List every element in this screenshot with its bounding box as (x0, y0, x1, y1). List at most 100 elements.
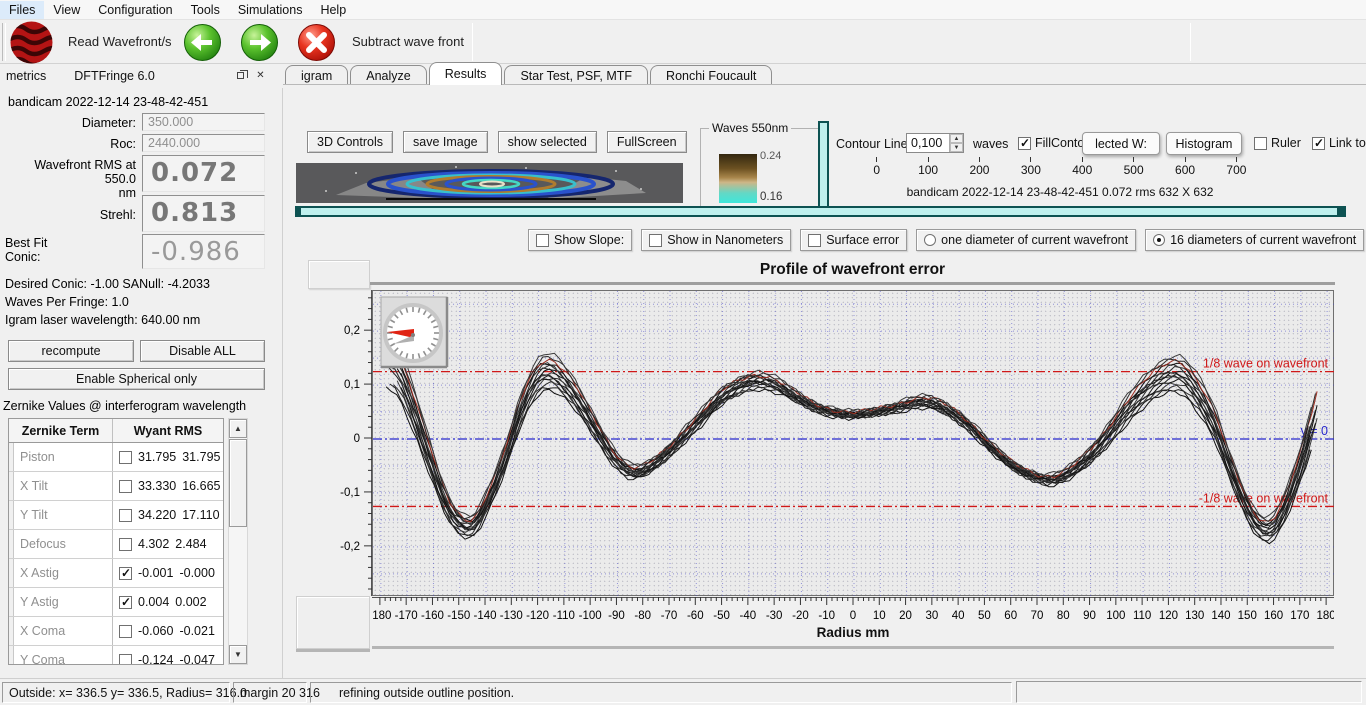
checkbox-icon[interactable] (649, 234, 662, 247)
zernike-table-header[interactable]: Zernike Term Wyant RMS (9, 419, 223, 443)
radio-icon[interactable] (1153, 234, 1165, 246)
fill-contour-checkbox[interactable]: FillContou (1018, 136, 1084, 150)
scroll-up-icon[interactable]: ▲ (229, 419, 247, 438)
svg-text:110: 110 (1133, 610, 1151, 622)
zernike-enable-checkbox[interactable] (119, 625, 132, 638)
menu-item[interactable]: View (44, 1, 89, 19)
menu-item[interactable]: Help (311, 1, 355, 19)
selected-wave-button[interactable]: lected W: (1082, 132, 1160, 155)
table-row[interactable]: Defocus 4.302 2.484 (9, 530, 223, 559)
menu-item[interactable]: Tools (182, 1, 229, 19)
back-arrow-button[interactable] (184, 24, 221, 61)
ruler-checkbox[interactable]: Ruler (1254, 136, 1301, 150)
ruler-tick: 0 (851, 157, 902, 177)
table-row[interactable]: Y Tilt 34.220 17.110 (9, 501, 223, 530)
tab[interactable]: Star Test, PSF, MTF (504, 65, 648, 85)
link-to-profile-checkbox[interactable]: Link to Pr (1312, 136, 1366, 150)
zernike-enable-checkbox[interactable] (119, 480, 132, 493)
recompute-button[interactable]: recompute (8, 340, 134, 362)
menu-item[interactable]: Configuration (89, 1, 181, 19)
results-button[interactable]: 3D Controls (307, 131, 393, 153)
zernike-enable-checkbox[interactable] (119, 538, 132, 551)
toolbar-drag-handle[interactable] (2, 23, 6, 61)
dock-title-metrics: metrics (6, 69, 46, 83)
table-row[interactable]: X Astig -0.001 -0.000 (9, 559, 223, 588)
scrollbar-thumb[interactable] (229, 439, 247, 527)
checkbox-icon[interactable] (808, 234, 821, 247)
contour-lines-spinbox[interactable]: 0,100 ▲▼ (906, 133, 964, 153)
results-button[interactable]: show selected (498, 131, 597, 153)
zernike-enable-checkbox[interactable] (119, 451, 132, 464)
zernike-caption: Zernike Values @ interferogram wavelengt… (3, 399, 246, 413)
disable-all-button[interactable]: Disable ALL (140, 340, 265, 362)
profile-option-radio[interactable]: 16 diameters of current wavefront (1145, 229, 1364, 251)
menu-item[interactable]: Files (0, 1, 44, 19)
spin-up-icon[interactable]: ▲ (950, 134, 963, 143)
svg-text:-90: -90 (608, 610, 625, 622)
zernike-enable-checkbox[interactable] (119, 567, 132, 580)
checkbox-icon[interactable] (1254, 137, 1267, 150)
best-fit-conic-value: -0.986 (142, 234, 265, 269)
svg-text:10: 10 (873, 610, 886, 622)
table-scrollbar[interactable]: ▲ ▼ (228, 418, 248, 665)
profile-options-row: Show Slope: Show in Nanometers Surface e… (528, 229, 1366, 251)
scroll-down-icon[interactable]: ▼ (229, 645, 247, 664)
y-axis: 0,20,10-0,1-0,2 (330, 290, 372, 596)
read-wavefront-label[interactable]: Read Wavefront/s (68, 34, 172, 49)
status-margin-info: margin 20 316 (233, 682, 307, 703)
delete-wavefront-button[interactable] (298, 24, 335, 61)
svg-text:-60: -60 (687, 610, 704, 622)
vertical-splitter[interactable] (818, 121, 829, 217)
table-row[interactable]: X Coma -0.060 -0.021 (9, 617, 223, 646)
profile-option-checkbox[interactable]: Surface error (800, 229, 907, 251)
contour-lines-value[interactable]: 0,100 (907, 134, 949, 152)
checkbox-icon[interactable] (1018, 137, 1031, 150)
horizontal-splitter[interactable] (295, 206, 1346, 217)
menu-item[interactable]: Simulations (229, 1, 312, 19)
svg-text:-50: -50 (713, 610, 730, 622)
table-row[interactable]: Y Coma -0.124 -0.047 (9, 646, 223, 665)
profile-option-radio[interactable]: one diameter of current wavefront (916, 229, 1136, 251)
table-row[interactable]: Piston 31.795 31.795 (9, 443, 223, 472)
zernike-enable-checkbox[interactable] (119, 654, 132, 666)
zernike-enable-checkbox[interactable] (119, 596, 132, 609)
tab[interactable]: igram (285, 65, 348, 85)
close-icon[interactable]: ✕ (253, 69, 268, 83)
table-row[interactable]: X Tilt 33.330 16.665 (9, 472, 223, 501)
checkbox-icon[interactable] (1312, 137, 1325, 150)
subtract-wavefront-label[interactable]: Subtract wave front (352, 34, 464, 49)
svg-text:160: 160 (1264, 610, 1283, 622)
svg-text:180: 180 (1317, 610, 1334, 622)
svg-text:0: 0 (850, 610, 856, 622)
spin-down-icon[interactable]: ▼ (950, 143, 963, 152)
tab[interactable]: Ronchi Foucault (650, 65, 772, 85)
plot-canvas[interactable]: 1/8 wave on wavefronty = 0-1/8 wave on w… (372, 290, 1334, 596)
profile-option-checkbox[interactable]: Show Slope: (528, 229, 632, 251)
histogram-button[interactable]: Histogram (1166, 132, 1242, 155)
profile-option-checkbox[interactable]: Show in Nanometers (641, 229, 791, 251)
float-icon[interactable] (234, 69, 249, 83)
tab[interactable]: Analyze (350, 65, 426, 85)
waves-unit-label: waves (973, 137, 1008, 151)
svg-text:20: 20 (899, 610, 912, 622)
contour-lines-label: Contour Lines (836, 137, 914, 151)
ruler-tick: 400 (1057, 157, 1108, 177)
results-button[interactable]: save Image (403, 131, 488, 153)
svg-text:-1/8 wave on wavefront: -1/8 wave on wavefront (1199, 491, 1329, 505)
table-row[interactable]: Y Astig 0.004 0.002 (9, 588, 223, 617)
igram-wavelength-label: Igram laser wavelength: 640.00 nm (5, 313, 200, 327)
forward-arrow-button[interactable] (241, 24, 278, 61)
toolbar-separator (472, 23, 473, 61)
svg-text:30: 30 (925, 610, 938, 622)
zernike-enable-checkbox[interactable] (119, 509, 132, 522)
tab[interactable]: Results (429, 62, 503, 85)
results-button[interactable]: FullScreen (607, 131, 687, 153)
svg-text:60: 60 (1004, 610, 1017, 622)
wavefront-filename: bandicam 2022-12-14 23-48-42-451 (8, 95, 208, 109)
checkbox-icon[interactable] (536, 234, 549, 247)
enable-spherical-button[interactable]: Enable Spherical only (8, 368, 265, 390)
svg-text:-120: -120 (526, 610, 549, 622)
radio-icon[interactable] (924, 234, 936, 246)
wavefront-3d-thumbnail[interactable] (296, 163, 683, 203)
menu-bar: FilesViewConfigurationToolsSimulationsHe… (0, 0, 1366, 20)
